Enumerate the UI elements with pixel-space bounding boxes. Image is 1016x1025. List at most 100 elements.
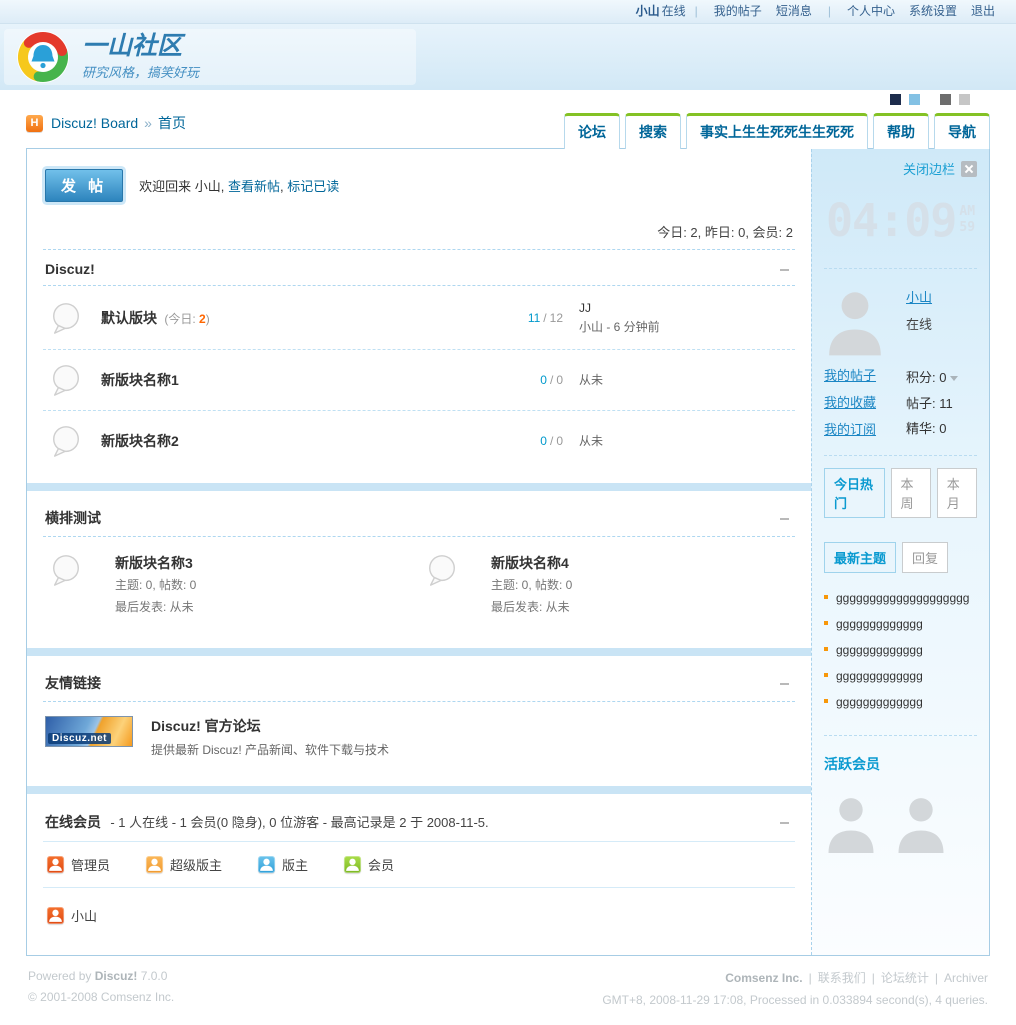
tab-hot-today[interactable]: 今日热门	[824, 468, 885, 519]
archiver-link[interactable]: Archiver	[944, 971, 988, 985]
legend-label: 版主	[282, 858, 309, 874]
topic-list-item: ggggggggggggg	[824, 637, 977, 663]
view-new-posts-link[interactable]: 查看新帖	[228, 179, 280, 194]
clock-time: 04:09	[825, 194, 957, 247]
theme-swatch-navy[interactable]	[889, 94, 901, 105]
collapse-icon[interactable]	[778, 263, 791, 276]
admin-group-icon	[47, 907, 64, 925]
userbar-settings-link[interactable]: 系统设置	[909, 4, 957, 18]
page-footer: Powered by Discuz! 7.0.0 © 2001-2008 Com…	[26, 956, 990, 1025]
friend-link-banner[interactable]: Discuz.net	[45, 716, 133, 748]
lastpost-meta: 小山 - 6 分钟前	[579, 319, 660, 334]
forum-name-link[interactable]: 新版块名称3	[115, 555, 193, 571]
site-name: 一山社区	[82, 31, 183, 60]
tab-forum[interactable]: 论坛	[564, 113, 620, 149]
tab-hot-week[interactable]: 本周	[890, 468, 931, 519]
topic-link[interactable]: ggggggggggggg	[836, 617, 923, 631]
welcome-greeting: 欢迎回来 小山,	[139, 179, 225, 194]
close-sidebar-link[interactable]: 关闭边栏	[903, 159, 955, 178]
tab-custom[interactable]: 事实上生生死死生生死死	[686, 113, 868, 149]
admin-group-icon	[47, 856, 64, 874]
new-post-button[interactable]: 发 帖	[45, 169, 124, 202]
collapse-icon[interactable]	[778, 512, 791, 525]
sidebar-username-link[interactable]: 小山	[906, 290, 932, 305]
friend-link-title[interactable]: Discuz! 官方论坛	[151, 718, 261, 734]
userbar-messages-link[interactable]: 短消息	[776, 4, 812, 18]
category-discuz: Discuz! 默认版块 (今日: 2) 11/12 JJ 小山 - 6 分钟前	[43, 249, 795, 471]
forum-lastpost: 从未	[579, 432, 793, 451]
online-members-section: 在线会员 - 1 人在线 - 1 会员(0 隐身), 0 位游客 - 最高记录是…	[43, 802, 795, 935]
userbar-username-link[interactable]: 小山	[636, 4, 660, 18]
avatar[interactable]	[894, 790, 948, 854]
forum-row-new2: 新版块名称2 0/0 从未	[43, 411, 795, 471]
userbar-profile-link[interactable]: 个人中心	[847, 4, 895, 18]
site-slogan: 研究风格，搞笑好玩	[82, 64, 200, 80]
breadcrumb-current-link[interactable]: 首页	[158, 113, 186, 133]
mark-read-link[interactable]: 标记已读	[287, 179, 339, 194]
site-logo-icon[interactable]	[16, 30, 70, 84]
forum-name-link[interactable]: 新版块名称1	[101, 372, 179, 388]
bullet-icon	[824, 673, 828, 678]
collapse-icon[interactable]	[778, 816, 791, 829]
forum-name-link[interactable]: 默认版块	[101, 310, 157, 326]
tab-latest-topics[interactable]: 最新主题	[824, 542, 897, 574]
chevron-down-icon[interactable]	[950, 376, 959, 382]
category-title-link[interactable]: Discuz!	[45, 261, 95, 277]
my-favorites-link[interactable]: 我的收藏	[824, 392, 900, 411]
welcome-row: 发 帖 欢迎回来 小山, 查看新帖, 标记已读	[45, 169, 795, 202]
latest-topic-list: gggggggggggggggggggg ggggggggggggg ggggg…	[824, 585, 977, 729]
home-icon[interactable]: H	[26, 114, 43, 132]
lastpost-meta: 从未	[579, 433, 604, 448]
usergroup-legend: 管理员 超级版主 版主 会员	[43, 842, 795, 889]
collapse-icon[interactable]	[778, 677, 791, 690]
tab-hot-month[interactable]: 本月	[936, 468, 977, 519]
breadcrumb-root-link[interactable]: Discuz! Board	[51, 115, 138, 131]
avatar[interactable]	[824, 790, 878, 854]
online-member-name-link[interactable]: 小山	[71, 906, 97, 925]
forum-stats: 0/0	[491, 373, 579, 387]
user-toolbar: 小山 在线 | 我的帖子 短消息 | 个人中心 系统设置 退出	[0, 0, 1016, 24]
forum-name-link[interactable]: 新版块名称2	[101, 433, 179, 449]
topic-link[interactable]: ggggggggggggg	[836, 669, 923, 683]
my-subscriptions-link[interactable]: 我的订阅	[824, 419, 900, 438]
section-divider	[27, 648, 811, 657]
close-icon[interactable]	[961, 160, 977, 177]
digest-label: 精华:	[906, 420, 936, 436]
welcome-text: 欢迎回来 小山, 查看新帖, 标记已读	[139, 176, 339, 195]
tab-search[interactable]: 搜索	[625, 113, 681, 149]
forum-row-new1: 新版块名称1 0/0 从未	[43, 350, 795, 412]
contact-link[interactable]: 联系我们	[818, 971, 866, 985]
credit-label: 积分:	[906, 370, 936, 386]
theme-swatch-silver[interactable]	[959, 94, 970, 105]
section-divider	[27, 483, 811, 492]
tab-latest-replies[interactable]: 回复	[902, 542, 949, 574]
tab-help[interactable]: 帮助	[873, 113, 929, 149]
my-posts-link[interactable]: 我的帖子	[824, 365, 900, 384]
avatar[interactable]	[824, 283, 886, 356]
userbar-logout-link[interactable]: 退出	[971, 4, 995, 18]
sidebar-user-panel: 小山 在线 我的帖子 我的收藏 我的订阅 积分: 0 帖子: 11 精华: 0	[824, 268, 977, 457]
topic-list-item: ggggggggggggg	[824, 611, 977, 637]
site-banner: 一山社区 研究风格，搞笑好玩	[0, 24, 1016, 90]
forum-name-link[interactable]: 新版块名称4	[491, 555, 569, 571]
topic-list-item: ggggggggggggg	[824, 689, 977, 715]
copyright-text: © 2001-2008 Comsenz Inc.	[28, 990, 175, 1005]
content-wrapper: 发 帖 欢迎回来 小山, 查看新帖, 标记已读 今日: 2, 昨日: 0, 会员…	[26, 148, 990, 957]
online-summary: - 1 人在线 - 1 会员(0 隐身), 0 位游客 - 最高记录是 2 于 …	[110, 815, 489, 831]
forum-stats-link[interactable]: 论坛统计	[881, 971, 929, 985]
post-count: 12	[549, 310, 563, 325]
theme-swatch-gray[interactable]	[939, 94, 951, 105]
forum-stats: 0/0	[491, 434, 579, 448]
comma: ,	[280, 179, 284, 194]
tab-navigation[interactable]: 导航	[934, 113, 990, 149]
topic-link[interactable]: gggggggggggggggggggg	[836, 591, 969, 605]
topic-link[interactable]: ggggggggggggg	[836, 695, 923, 709]
topic-link[interactable]: ggggggggggggg	[836, 643, 923, 657]
userbar-my-posts-link[interactable]: 我的帖子	[714, 4, 762, 18]
category-title-link[interactable]: 横排测试	[45, 508, 101, 528]
divider: |	[827, 4, 831, 18]
theme-swatch-blue[interactable]	[909, 94, 921, 105]
lastpost-title-link[interactable]: JJ	[579, 301, 591, 315]
sidebar: 关闭边栏 04:09 AM 59 小山 在线 我的帖子 我的收藏 我的订阅 积分…	[811, 149, 989, 956]
legend-label: 超级版主	[170, 858, 223, 874]
